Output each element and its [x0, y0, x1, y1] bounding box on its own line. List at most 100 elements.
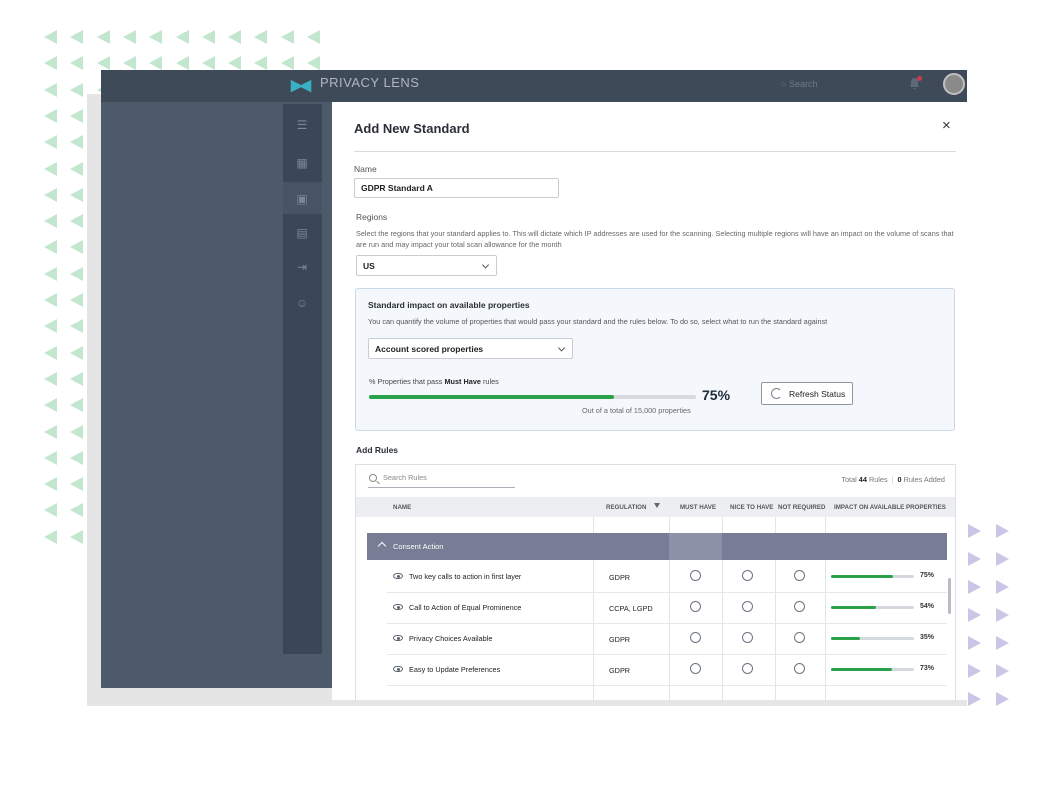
decor-triangle [44, 345, 57, 360]
col-must-have: MUST HAVE [680, 504, 716, 511]
close-button[interactable]: × [942, 117, 951, 134]
decor-triangle [968, 580, 981, 594]
search-icon [369, 474, 377, 482]
regions-help-text: Select the regions that your standard ap… [356, 229, 954, 249]
avatar[interactable] [943, 73, 965, 95]
impact-bar [831, 637, 914, 640]
region-select[interactable]: US [356, 255, 497, 276]
decor-triangle [201, 30, 215, 44]
brand-name: PRIVACY LENS [320, 75, 420, 90]
decor-triangle [44, 293, 57, 307]
stage: ▶◀ PRIVACY LENS ○ Search ☰ ▦ ▣ ▤ ⇥ ☺ Add… [0, 0, 1040, 800]
decor-triangle [44, 319, 57, 334]
must-have-radio[interactable] [690, 570, 701, 581]
table-scrollbar[interactable] [948, 578, 951, 614]
decor-triangle [996, 664, 1009, 678]
decor-triangle [96, 30, 110, 44]
col-impact: IMPACT ON AVAILABLE PROPERTIES [834, 504, 946, 511]
table-row: Easy to Update Preferences GDPR 73% [387, 655, 947, 686]
filter-icon[interactable] [654, 503, 660, 508]
title-divider [354, 151, 956, 152]
dashboard-icon[interactable]: ▦ [295, 156, 309, 170]
user-icon[interactable]: ☺ [295, 296, 309, 310]
nice-to-have-radio[interactable] [742, 570, 753, 581]
not-required-radio[interactable] [794, 632, 805, 643]
table-row: Privacy Choices Available GDPR 35% [387, 624, 947, 655]
search-rules-input[interactable]: Search Rules [368, 473, 515, 488]
refresh-status-label: Refresh Status [789, 388, 846, 399]
privacy-lens-logo-icon: ▶◀ [291, 77, 311, 94]
region-select-value: US [363, 260, 375, 271]
menu-icon[interactable]: ☰ [295, 118, 309, 132]
nice-to-have-radio[interactable] [742, 663, 753, 674]
decor-triangle [44, 371, 57, 386]
document-icon[interactable]: ▤ [295, 226, 309, 240]
impact-bar [831, 575, 914, 578]
must-have-radio[interactable] [690, 632, 701, 643]
decor-triangle [307, 30, 320, 44]
total-properties-text: Out of a total of 15,000 properties [582, 406, 691, 415]
rule-regulation: GDPR [609, 635, 631, 644]
decor-triangle [122, 56, 136, 71]
lock-icon[interactable]: ▣ [295, 192, 309, 206]
decor-triangle [149, 30, 163, 44]
decor-triangle [44, 450, 57, 465]
impact-title: Standard impact on available properties [368, 300, 530, 310]
group-name: Consent Action [393, 542, 444, 551]
decor-triangle [175, 56, 189, 71]
added-suffix: Rules Added [901, 475, 945, 484]
impact-percent: 35% [920, 634, 935, 641]
decor-triangle [44, 398, 57, 413]
top-search-input[interactable]: ○ Search [781, 79, 817, 89]
decor-triangle [996, 552, 1009, 566]
eye-icon[interactable] [393, 604, 403, 610]
not-required-radio[interactable] [794, 601, 805, 612]
nice-to-have-radio[interactable] [742, 601, 753, 612]
eye-icon[interactable] [393, 635, 403, 641]
table-header: NAME REGULATION MUST HAVE NICE TO HAVE N… [356, 497, 955, 517]
login-icon[interactable]: ⇥ [295, 260, 309, 274]
totals-suffix: Rules [866, 475, 888, 484]
decor-triangle [44, 424, 57, 439]
chevron-down-icon [557, 343, 566, 352]
decor-triangle [70, 345, 84, 360]
impact-description: You can quantify the volume of propertie… [368, 317, 828, 326]
eye-icon[interactable] [393, 666, 403, 672]
decor-triangle [70, 161, 84, 176]
decor-triangle [70, 319, 84, 334]
col-regulation[interactable]: REGULATION [606, 504, 646, 511]
decor-triangle [70, 135, 84, 150]
regions-label: Regions [356, 212, 388, 222]
add-rules-label: Add Rules [356, 445, 399, 455]
not-required-radio[interactable] [794, 570, 805, 581]
rule-name: Call to Action of Equal Prominence [409, 603, 522, 612]
search-rules-placeholder: Search Rules [383, 473, 427, 482]
rules-table: Search Rules Total 44 Rules | 0 Rules Adde… [355, 464, 956, 700]
decor-triangle [44, 240, 57, 255]
not-required-radio[interactable] [794, 663, 805, 674]
group-row-highlight [669, 533, 722, 560]
name-label: Name [354, 164, 377, 174]
col-name[interactable]: NAME [393, 504, 411, 511]
chevron-up-icon[interactable] [377, 541, 387, 551]
refresh-status-button[interactable]: Refresh Status [761, 382, 853, 405]
decor-triangle [44, 266, 57, 281]
nice-to-have-radio[interactable] [742, 632, 753, 643]
decor-triangle [70, 503, 84, 518]
pass-percent: 75% [702, 387, 731, 403]
impact-source-select[interactable]: Account scored properties [368, 338, 573, 359]
rule-name: Privacy Choices Available [409, 634, 493, 643]
decor-triangle [996, 692, 1009, 706]
total-count: 44 [858, 475, 867, 484]
rule-regulation: GDPR [609, 573, 631, 582]
decor-triangle [968, 636, 981, 650]
rule-regulation: GDPR [609, 666, 631, 675]
decor-triangle [968, 608, 981, 622]
decor-triangle [70, 240, 84, 255]
name-field[interactable]: GDPR Standard A [354, 178, 559, 198]
must-have-radio[interactable] [690, 663, 701, 674]
group-row-consent-action[interactable]: Consent Action [367, 533, 947, 560]
eye-icon[interactable] [393, 573, 403, 579]
must-have-radio[interactable] [690, 601, 701, 612]
pass-progress-fill [369, 395, 615, 399]
